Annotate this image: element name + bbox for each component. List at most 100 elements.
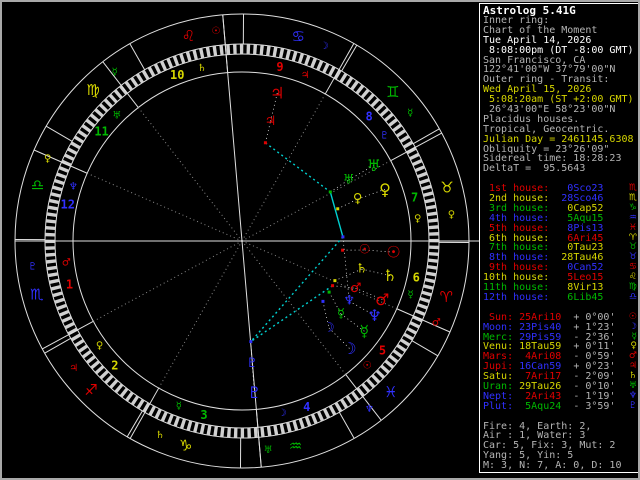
house-11-ruler-icon: ♅ xyxy=(112,110,121,121)
house-number-12: 12 xyxy=(61,198,75,212)
house-7-ruler-icon: ♀ xyxy=(414,214,421,225)
sign-ruler-taurus-icon: ♀ xyxy=(448,209,455,220)
sign-glyph-aquarius: ♒ xyxy=(289,437,302,455)
info-line-16: DeltaT = 95.5643 xyxy=(483,163,586,175)
house-12-ruler-icon: ♆ xyxy=(69,182,78,193)
cusp-line-inner-5 xyxy=(241,240,347,375)
sign-glyph-pisces: ♓ xyxy=(384,383,397,401)
house-9-ruler-icon: ♃ xyxy=(301,70,310,81)
house-4-ruler-icon: ☽ xyxy=(278,408,287,419)
planet-table: Sun: 25Ari10 + 0°00' ☉ Moon: 23Pis40 + 1°2… xyxy=(483,312,638,412)
uranus-position-dot xyxy=(328,190,332,194)
sign-ruler-scorpio-icon: ♇ xyxy=(28,262,37,273)
sign-ruler-gemini-icon: ☿ xyxy=(407,108,413,119)
aspect-line-jupiter-uranus xyxy=(264,142,331,193)
sign-glyph-capricorn: ♑ xyxy=(179,436,192,454)
cusp-line-inner-9 xyxy=(241,93,326,242)
sun-position-dot xyxy=(341,248,345,252)
mars-position-dot xyxy=(331,284,335,288)
sign-boundary-12 xyxy=(338,412,355,439)
sign-glyph-sagittarius: ♐ xyxy=(84,381,97,399)
sign-glyph-leo: ♌ xyxy=(182,27,195,45)
house-number-6: 6 xyxy=(413,270,420,284)
house-6-ruler-icon: ☿ xyxy=(408,289,414,300)
sign-ruler-cancer-icon: ☽ xyxy=(320,41,329,52)
natal-neptune-glyph: ♆ xyxy=(343,294,355,309)
house-table: 1st house: 0Sco23 ♏ 2nd house: 28Sco46 ♏ 3… xyxy=(483,183,638,303)
cusp-line-3 xyxy=(129,387,160,439)
mercury-position-dot xyxy=(327,290,331,294)
sign-glyph-cancer: ♋ xyxy=(292,28,305,46)
house-number-5: 5 xyxy=(379,343,386,357)
house-number-2: 2 xyxy=(111,359,118,373)
pointer-neptune-inner xyxy=(342,236,350,302)
house-row-12-sign-icon: ♎ xyxy=(628,291,637,302)
natal-mercury-glyph: ☿ xyxy=(337,306,345,321)
sign-boundary-10 xyxy=(126,410,143,438)
sign-ruler-libra-icon: ♀ xyxy=(44,153,51,164)
jupiter-position-dot xyxy=(263,141,267,145)
natal-pluto-glyph: ♇ xyxy=(246,356,258,371)
natal-venus-glyph: ♀ xyxy=(353,192,363,207)
sign-ruler-capricorn-icon: ♄ xyxy=(155,430,164,441)
cusp-line-inner-3 xyxy=(158,240,243,389)
natal-moon-glyph: ☽ xyxy=(323,320,335,335)
house-3-ruler-icon: ☿ xyxy=(176,401,182,412)
summary-line-5: M: 3, N: 7, A: 0, D: 10 xyxy=(483,460,622,472)
chart-wheel: ☉ ☉☽☽☿☿♀♀♂♂♃♃♄ ♄♅♅♆♆♇♇1♂2♀3☿ 4☽5☉6☿7♀8♇9♃10… xyxy=(14,13,479,469)
cusp-line-9 xyxy=(324,43,355,95)
sign-glyph-scorpio: ♏ xyxy=(30,285,44,303)
sign-ruler-aries-icon: ♂ xyxy=(432,318,441,329)
house-10-ruler-icon: ♄ xyxy=(197,63,206,74)
moon-position-dot xyxy=(321,299,325,303)
sign-ruler-aquarius-icon: ♅ xyxy=(264,445,273,456)
transit-saturn-glyph: ♄ xyxy=(383,266,397,285)
sign-ruler-virgo-icon: ☿ xyxy=(112,67,118,78)
astrolog-window: ☉ ☉ ☽ ☽ ☿ ☿ ♀ ♀ ♂ ♂ ♃ ♃ ♄ ♄ ♅ ♅ ♆ ♆ ♇ ♇ 1 ♂ 2 ♀ 3 ☿ 4 ☽ 5 ☉ 6 ☿ 7 ♀ 8 ♇ 9 ♃ 10… xyxy=(0,0,640,480)
cusp-line-inner-11 xyxy=(137,107,243,242)
house-row-12: 12th house: 6Lib45 ♎ xyxy=(483,291,637,303)
house-number-11: 11 xyxy=(94,125,108,139)
cusp-line-inner-2 xyxy=(93,240,243,322)
venus-position-dot xyxy=(336,207,340,211)
sign-ruler-leo-icon: ☉ xyxy=(211,26,220,37)
transit-pluto-glyph: ♇ xyxy=(247,383,261,402)
sign-ruler-sagittarius-icon: ♃ xyxy=(69,363,78,374)
neptune-position-dot xyxy=(341,235,345,239)
transit-moon-glyph: ☽ xyxy=(342,339,356,358)
house-number-4: 4 xyxy=(303,400,310,414)
sign-boundary-4 xyxy=(341,44,358,72)
transit-uranus-glyph: ♅ xyxy=(367,156,381,175)
sign-glyph-gemini: ♊ xyxy=(386,83,399,101)
pluto-position-dot xyxy=(249,340,253,344)
house-5-ruler-icon: ☉ xyxy=(363,361,372,372)
house-number-3: 3 xyxy=(200,408,207,422)
aspect-line-uranus-neptune xyxy=(329,191,344,238)
sign-boundary-6 xyxy=(129,43,146,70)
sign-boundary-1 xyxy=(411,340,439,357)
transit-neptune-glyph: ♆ xyxy=(367,306,381,325)
aspect-line-mars-pluto xyxy=(250,285,333,343)
natal-jupiter-glyph: ♃ xyxy=(265,114,277,129)
house-number-9: 9 xyxy=(276,60,283,74)
sign-glyph-taurus: ♉ xyxy=(440,179,453,197)
sidebar-panel: Astrolog 5.41G Inner ring: Chart of the M… xyxy=(479,3,638,473)
house-number-1: 1 xyxy=(66,278,73,292)
cusp-line-inner-12 xyxy=(86,172,243,242)
natal-saturn-glyph: ♄ xyxy=(356,262,368,277)
natal-sun-glyph: ☉ xyxy=(359,243,371,258)
house-number-8: 8 xyxy=(365,109,372,123)
house-8-ruler-icon: ♇ xyxy=(380,130,389,141)
house-number-10: 10 xyxy=(170,68,184,82)
sign-glyph-aries: ♈ xyxy=(440,288,453,306)
transit-venus-glyph: ♀ xyxy=(379,180,391,199)
house-number-7: 7 xyxy=(411,190,418,204)
planet-row-10-sign-icon: ♇ xyxy=(628,400,637,411)
natal-uranus-glyph: ♅ xyxy=(343,172,355,187)
house-1-ruler-icon: ♂ xyxy=(62,257,71,268)
sign-glyph-virgo: ♍ xyxy=(86,81,99,99)
chart-info: Inner ring: Chart of the Moment Tue April … xyxy=(483,16,638,175)
planet-row-10: Plut: 5Aqu24 - 3°59' ♇ xyxy=(483,400,637,412)
element-summary: Fire: 4, Earth: 2, Air : 1, Water: 3 Car: … xyxy=(483,421,638,472)
sign-ruler-pisces-icon: ♆ xyxy=(365,404,374,415)
